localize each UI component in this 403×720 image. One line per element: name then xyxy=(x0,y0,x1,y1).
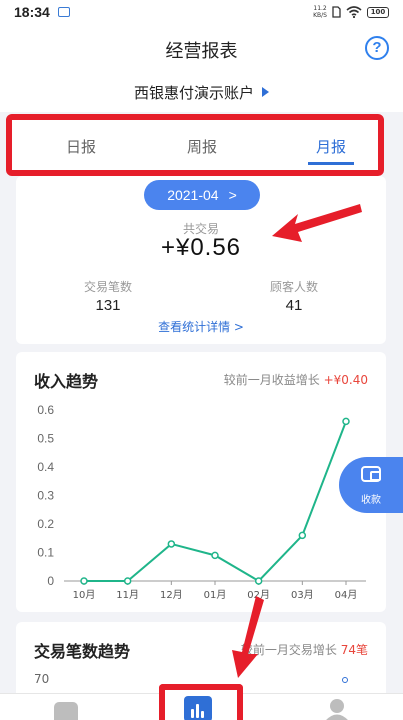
account-selector[interactable]: 西银惠付演示账户 xyxy=(0,72,403,112)
notification-icon xyxy=(57,7,70,17)
page-title: 经营报表 xyxy=(165,41,238,62)
y-tick-label: 0.5 xyxy=(37,432,54,446)
data-point xyxy=(211,551,219,560)
collect-payment-label: 收款 xyxy=(361,495,381,506)
income-trend-chart: 00.10.20.30.40.50.610月 11月 12月 01月 02月 03月 04月 xyxy=(37,403,366,601)
x-tick-label: 01月 xyxy=(204,589,227,601)
count-compare-value: 74笔 xyxy=(340,643,368,657)
month-selector[interactable]: 2021-04 > xyxy=(144,180,260,210)
question-circle-icon[interactable]: ? xyxy=(365,36,389,60)
tab-weekly[interactable]: 周报 xyxy=(162,136,242,157)
sim-icon xyxy=(332,6,341,18)
data-point xyxy=(123,577,132,585)
y-tick-label: 0.3 xyxy=(37,489,54,503)
y-tick-label: 0 xyxy=(47,574,54,588)
data-point xyxy=(254,577,263,585)
count-y-tick: 70 xyxy=(34,672,50,686)
network-speed: 11.2 KB/S xyxy=(313,5,327,19)
transactions-label: 交易笔数 xyxy=(83,280,132,294)
user-icon[interactable] xyxy=(324,698,350,720)
wallet-icon xyxy=(361,466,381,482)
chevron-right-icon: > xyxy=(228,187,237,203)
customers-label: 顾客人数 xyxy=(269,280,318,294)
customers-value: 41 xyxy=(285,297,303,314)
count-data-point xyxy=(342,677,348,683)
annotation-arrow-icon xyxy=(272,204,362,242)
home-icon[interactable] xyxy=(54,702,78,720)
annotation-arrow-down-icon xyxy=(232,596,264,678)
income-trend-title: 收入趋势 xyxy=(34,372,99,391)
x-tick-label: 12月 xyxy=(160,589,183,601)
income-compare-value: +¥0.40 xyxy=(323,373,368,387)
x-tick-label: 04月 xyxy=(335,589,358,601)
month-value: 2021-04 xyxy=(167,187,219,203)
nav-report-highlight xyxy=(159,684,243,720)
status-time: 18:34 xyxy=(14,4,50,20)
x-tick-label: 03月 xyxy=(291,589,314,601)
battery-icon: 100 xyxy=(367,6,389,18)
data-point xyxy=(342,417,350,426)
income-compare: 较前一月收益增长 +¥0.40 xyxy=(224,371,368,388)
active-tab-underline xyxy=(308,162,354,165)
count-trend-title: 交易笔数趋势 xyxy=(34,642,131,661)
report-chart-icon[interactable] xyxy=(184,696,212,720)
income-compare-label: 较前一月收益增长 xyxy=(223,373,320,387)
triangle-right-icon xyxy=(262,87,269,97)
x-tick-label: 11月 xyxy=(116,589,139,601)
app-header: 经营报表 ? xyxy=(0,24,403,72)
status-bar: 18:34 11.2 KB/S 100 xyxy=(0,0,403,24)
y-tick-label: 0.1 xyxy=(37,546,54,560)
view-details-link[interactable]: 查看统计详情 > xyxy=(16,318,386,335)
account-name: 西银惠付演示账户 xyxy=(133,83,254,102)
bottom-nav xyxy=(0,684,403,720)
tab-daily[interactable]: 日报 xyxy=(41,136,121,157)
status-indicators: 11.2 KB/S 100 xyxy=(313,5,389,19)
data-point xyxy=(80,577,88,585)
transactions-value: 131 xyxy=(95,297,121,314)
y-tick-label: 0.4 xyxy=(37,460,54,474)
wifi-icon xyxy=(346,6,362,18)
tab-monthly[interactable]: 月报 xyxy=(291,136,371,157)
data-point xyxy=(298,531,307,540)
network-speed-unit: KB/S xyxy=(313,12,327,19)
income-trend-card: 收入趋势 较前一月收益增长 +¥0.40 0 0.1 0.2 0.3 0.4 0.5 0.6… xyxy=(16,352,386,612)
y-tick-label: 0.2 xyxy=(37,517,54,531)
network-speed-value: 11.2 xyxy=(313,5,327,12)
x-tick-label: 10月 xyxy=(73,589,96,601)
report-period-tabs: 日报 周报 月报 xyxy=(6,114,384,176)
collect-payment-button[interactable]: 收款 xyxy=(339,457,403,513)
y-tick-label: 0.6 xyxy=(37,403,54,417)
data-point xyxy=(167,540,176,548)
